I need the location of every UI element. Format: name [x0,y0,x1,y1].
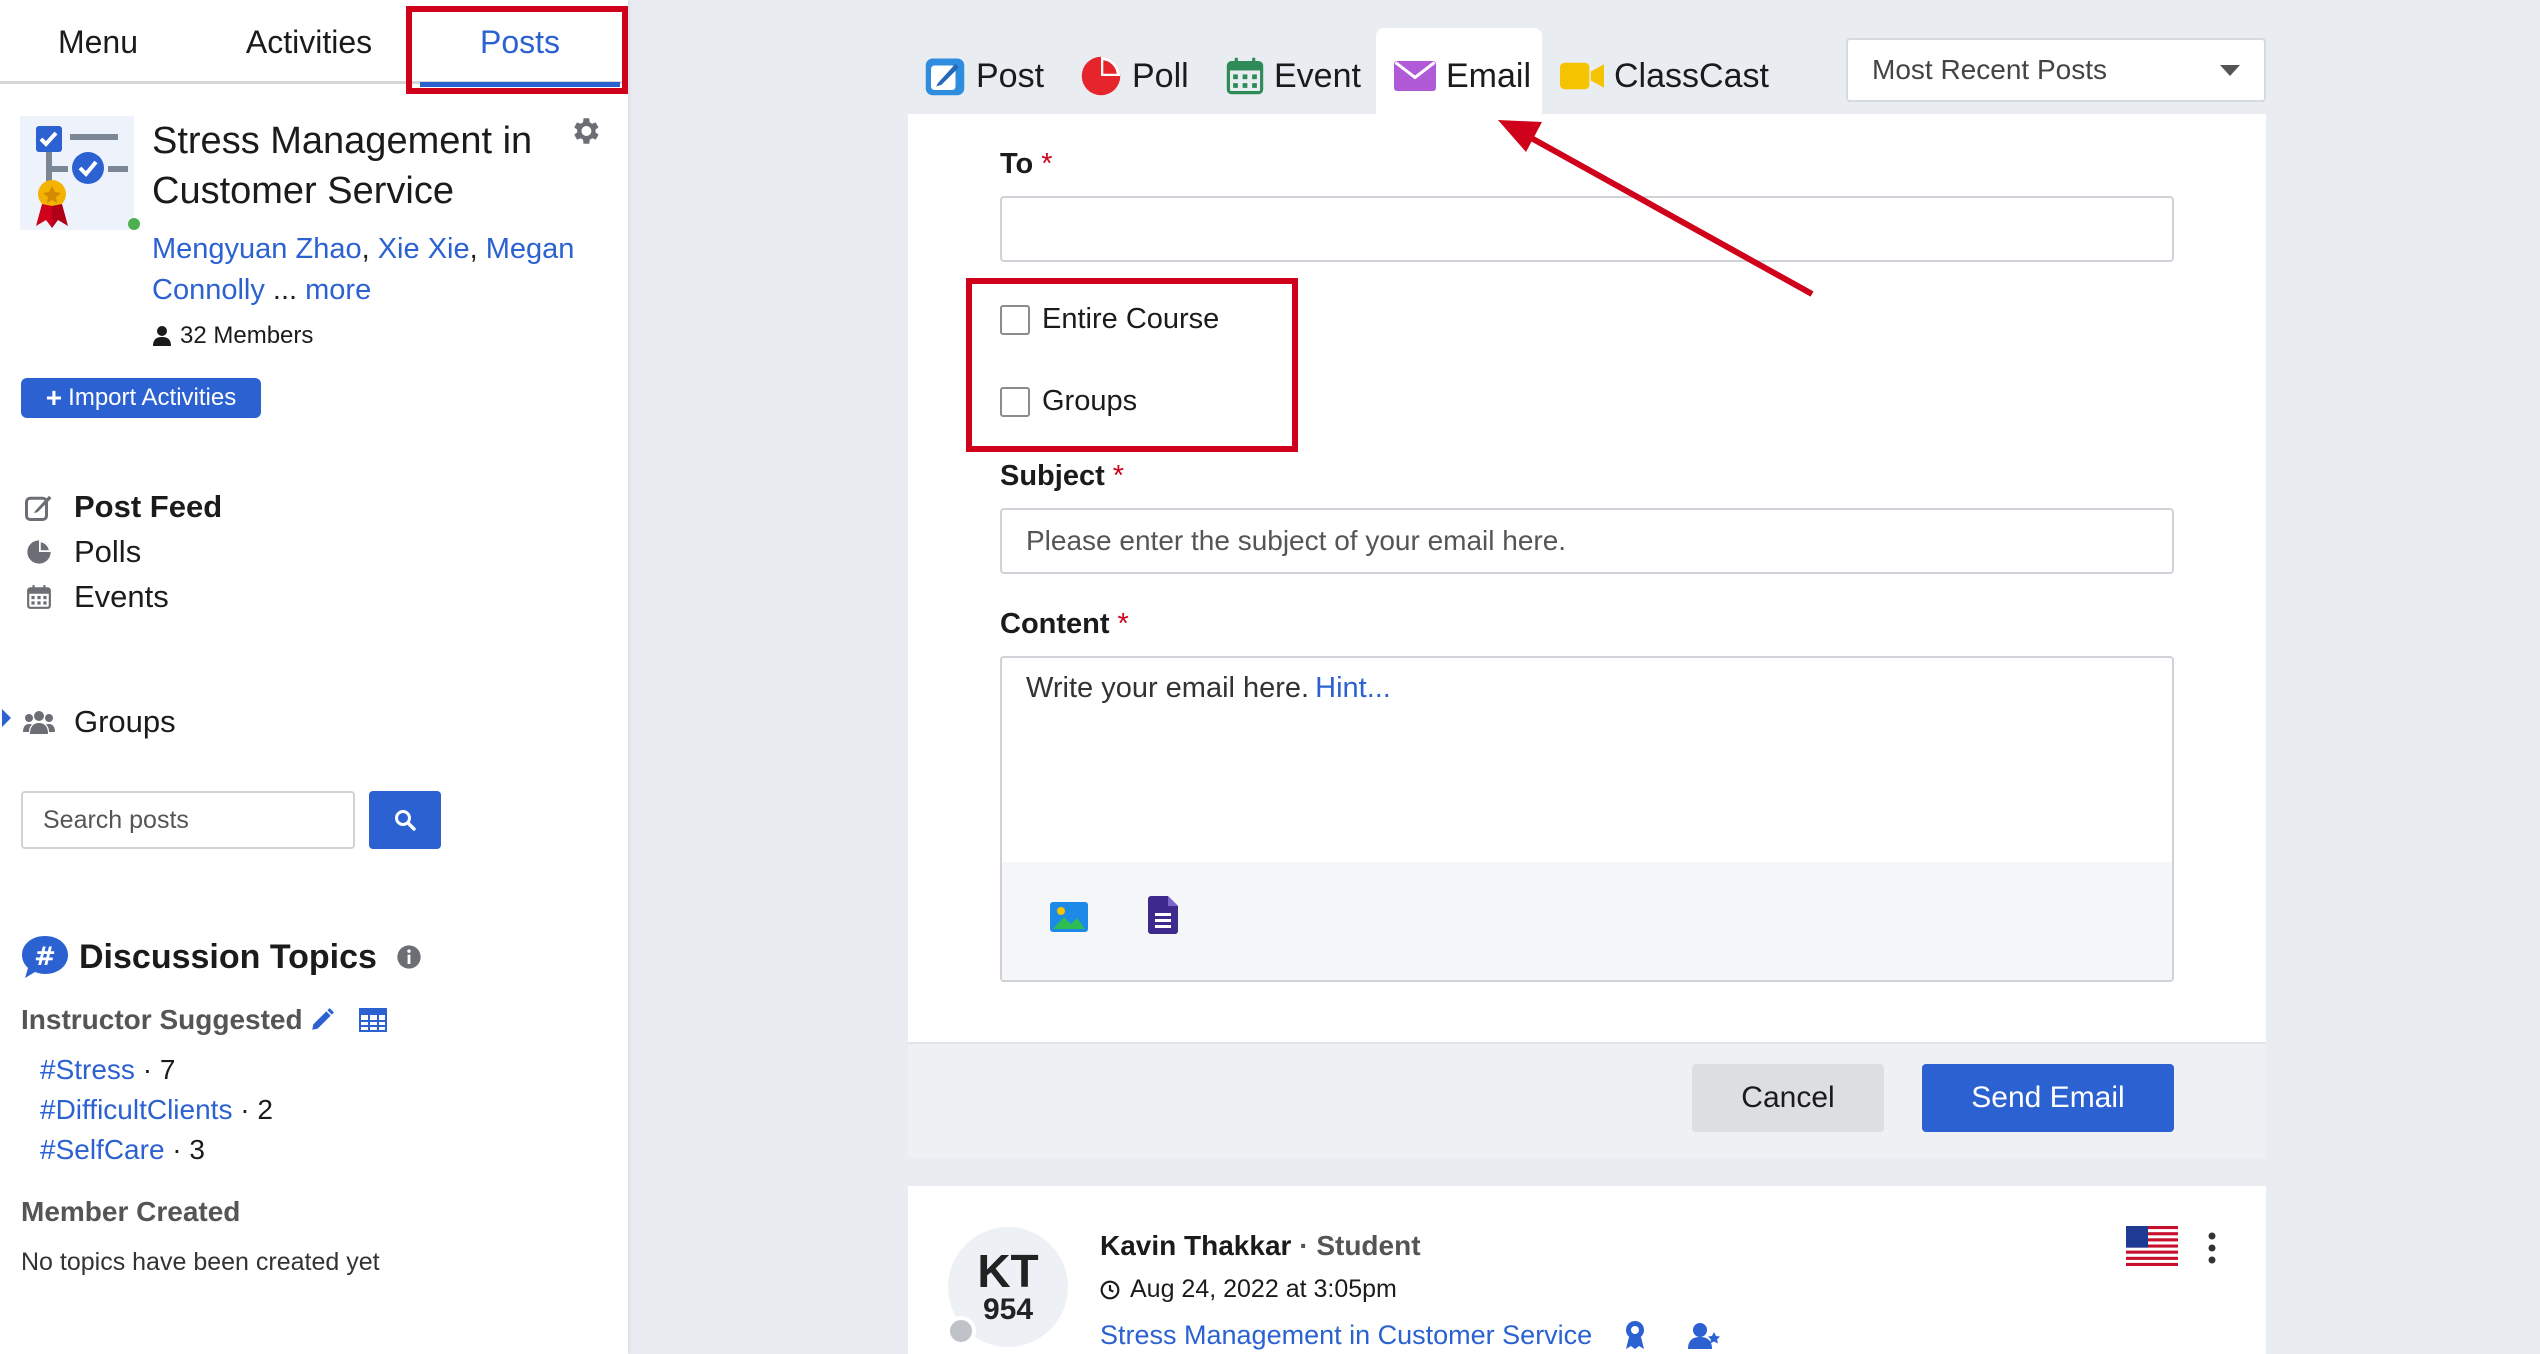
author-role: Student [1316,1230,1421,1261]
tab-menu[interactable]: Menu [0,0,196,84]
post-date: Aug 24, 2022 at 3:05pm [1100,1275,1397,1304]
subject-field[interactable] [1000,508,2174,574]
sort-dropdown-value: Most Recent Posts [1872,54,2107,85]
search-button[interactable] [369,791,441,849]
topic-item: #DifficultClients · 2 [40,1094,273,1125]
subject-label: Subject * [1000,460,1125,492]
discussion-topics-heading: # Discussion Topics [21,934,423,980]
sidebar-item-post-feed[interactable]: Post Feed [22,482,222,532]
tab-email[interactable]: Email [1394,40,1531,112]
annotation-arrow [1498,120,1814,297]
us-flag-icon [2126,1226,2178,1266]
required-mark: * [1112,460,1125,492]
svg-text:#: # [34,942,56,972]
clock-icon [1100,1280,1120,1299]
tab-poll[interactable]: Poll [1080,40,1189,112]
post-author: Kavin Thakkar · Student [1100,1230,1421,1262]
search-input[interactable] [21,791,355,849]
post-edit-icon [924,55,966,97]
sort-dropdown[interactable]: Most Recent Posts [1846,38,2266,102]
calendar-icon [22,580,56,614]
instructor-link[interactable]: Mengyuan Zhao [152,233,362,265]
topic-count: 2 [257,1094,273,1125]
more-instructors-link[interactable]: more [305,274,371,306]
hint-link[interactable]: Hint... [1315,672,1391,704]
no-topics-message: No topics have been created yet [21,1248,380,1276]
content-placeholder: Write your email here. Hint... [1026,672,1391,704]
pie-chart-icon [22,535,56,569]
insert-image-icon[interactable] [1050,902,1088,932]
topic-link[interactable]: #Stress [40,1054,135,1085]
instructor-link[interactable]: Xie Xie [378,233,470,265]
poll-pie-icon [1080,55,1122,97]
posts-tab-highlight [406,6,628,94]
gear-icon[interactable] [568,114,602,148]
instructor-list: Mengyuan Zhao, Xie Xie, Megan Connolly .… [152,233,575,306]
user-star-icon [1688,1323,1720,1349]
pencil-icon[interactable] [309,1007,335,1033]
video-camera-icon [1560,61,1604,91]
tab-activities[interactable]: Activities [206,0,412,84]
search-icon [395,810,416,831]
event-calendar-icon [1226,57,1264,95]
attach-document-icon[interactable] [1148,896,1178,934]
member-count-label: 32 Members [180,322,314,349]
member-created-heading: Member Created [21,1196,241,1227]
topic-link[interactable]: #DifficultClients [40,1094,232,1125]
expand-caret-icon[interactable] [2,709,11,727]
post-course-link[interactable]: Stress Management in Customer Service [1100,1320,1720,1351]
topic-count: 3 [189,1134,205,1165]
chevron-down-icon [2220,64,2240,76]
send-email-button[interactable]: Send Email [1922,1064,2174,1132]
avatar-initials: KT [977,1245,1039,1297]
sidebar-item-events[interactable]: Events [22,572,169,622]
tab-classcast[interactable]: ClassCast [1560,40,1769,112]
entire-course-checkbox[interactable] [1000,304,1030,335]
content-label: Content * [1000,608,1129,640]
required-mark: * [1117,608,1129,640]
required-mark: * [1041,148,1053,180]
ellipsis: ... [272,274,298,306]
avatar-number: 954 [982,1293,1034,1326]
groups-checkbox[interactable] [1000,386,1030,417]
table-icon[interactable] [358,1008,387,1032]
topic-item: #Stress · 7 [40,1054,176,1085]
entire-course-option[interactable]: Entire Course [1000,303,1219,336]
tab-event[interactable]: Event [1226,40,1361,112]
info-icon[interactable] [395,943,423,971]
entire-course-label: Entire Course [1042,303,1220,335]
left-sidebar: Menu Activities Posts Stress Management … [0,0,628,1354]
hashtag-bubble-icon: # [22,936,68,978]
topic-item: #SelfCare · 3 [40,1134,205,1165]
sidebar-item-polls[interactable]: Polls [22,527,141,577]
role-separator: · [1299,1230,1309,1261]
more-options-icon[interactable] [2200,1228,2224,1268]
status-indicator [946,1316,976,1346]
course-title: Stress Management in Customer Service [152,120,533,212]
users-icon [22,705,56,739]
import-activities-button[interactable]: + Import Activities [21,378,261,418]
member-count: 32 Members [152,322,313,350]
content-toolbar [1002,862,2172,980]
groups-label: Groups [1042,385,1138,417]
import-activities-label: Import Activities [68,384,237,411]
person-icon [153,326,171,346]
to-label: To * [1000,148,1053,180]
author-name[interactable]: Kavin Thakkar [1100,1230,1291,1261]
topic-count: 7 [159,1054,176,1085]
sidebar-item-groups[interactable]: Groups [22,697,176,747]
envelope-icon [1394,60,1436,92]
award-ribbon-icon [1626,1321,1644,1349]
edit-icon [22,490,56,524]
tab-post[interactable]: Post [924,40,1044,112]
instructor-suggested-heading: Instructor Suggested [21,1004,387,1036]
content-editor[interactable]: Write your email here. Hint... [1000,656,2174,982]
plus-icon: + [45,382,63,413]
groups-option[interactable]: Groups [1000,385,1137,418]
cancel-button[interactable]: Cancel [1692,1064,1884,1132]
course-icon [20,116,134,230]
topic-link[interactable]: #SelfCare [40,1134,165,1165]
online-indicator [128,218,140,230]
